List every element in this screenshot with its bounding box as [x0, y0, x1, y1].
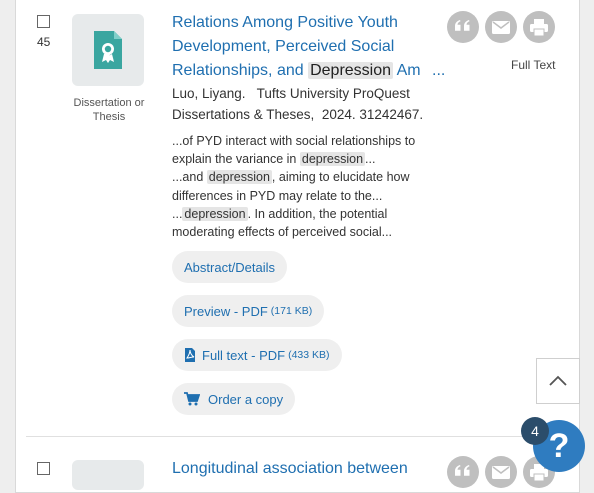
results-list: 45 Dissertation or Thesis Relations Amon… [15, 0, 580, 493]
snippet-text: ...of PYD interact with social relations… [172, 134, 416, 167]
title-more[interactable]: ... [432, 59, 445, 83]
abstract-snippet: ...of PYD interact with social relations… [172, 132, 447, 241]
snippet-highlight: depression [182, 206, 248, 221]
result-title[interactable]: Longitudinal association between [172, 457, 447, 481]
envelope-icon [492, 465, 510, 479]
full-text-label: Full Text [511, 58, 556, 72]
help-notification-badge: 4 [521, 417, 549, 445]
envelope-icon [492, 20, 510, 34]
result-number: 45 [37, 35, 51, 49]
document-type: Dissertation or Thesis [73, 97, 145, 123]
year-id: 2024. 31242467. [321, 107, 424, 122]
citation: Luo, Liyang. Tufts University ProQuest D… [172, 83, 447, 125]
snippet-highlight: depression [206, 170, 272, 185]
cite-button[interactable] [447, 11, 479, 43]
abstract-details-label: Abstract/Details [184, 259, 276, 275]
certificate-icon [94, 31, 122, 69]
quote-icon [455, 20, 470, 31]
snippet-text: ... [365, 152, 376, 167]
select-checkbox[interactable] [37, 15, 50, 28]
scroll-to-top-button[interactable] [536, 358, 580, 404]
quote-icon [455, 465, 470, 476]
preview-pdf-label: Preview - PDF [184, 303, 268, 319]
full-text-pdf-link[interactable]: Full text - PDF (433 KB) [172, 339, 342, 371]
snippet-text: ... [172, 206, 183, 221]
print-button[interactable] [523, 11, 555, 43]
cart-icon [184, 392, 200, 406]
pdf-icon [185, 348, 195, 362]
abstract-details-link[interactable]: Abstract/Details [172, 251, 288, 283]
email-button[interactable] [485, 11, 517, 43]
email-button[interactable] [485, 456, 517, 488]
title-highlight[interactable]: Depression [308, 62, 394, 79]
badge-count: 4 [531, 423, 539, 439]
question-mark-icon: ? [548, 426, 570, 465]
snippet-highlight: depression [299, 152, 366, 167]
snippet-text: ...and [172, 170, 204, 185]
select-checkbox[interactable] [37, 462, 50, 475]
result-title[interactable]: Relations Among Positive Youth Developme… [172, 11, 447, 83]
author: Luo, Liyang. [172, 86, 246, 101]
document-thumbnail[interactable] [72, 14, 144, 86]
preview-pdf-size: (171 KB) [270, 305, 313, 317]
cite-button[interactable] [447, 456, 479, 488]
document-thumbnail[interactable] [72, 460, 144, 490]
order-copy-label: Order a copy [208, 391, 284, 407]
order-copy-link[interactable]: Order a copy [172, 383, 296, 415]
preview-pdf-link[interactable]: Preview - PDF (171 KB) [172, 295, 325, 327]
full-text-pdf-size: (433 KB) [288, 349, 330, 361]
result-divider [26, 436, 569, 437]
printer-icon [530, 18, 548, 36]
chevron-up-icon [549, 375, 567, 386]
full-text-pdf-label: Full text - PDF [202, 347, 286, 363]
title-text-continued[interactable]: Am [397, 62, 421, 79]
